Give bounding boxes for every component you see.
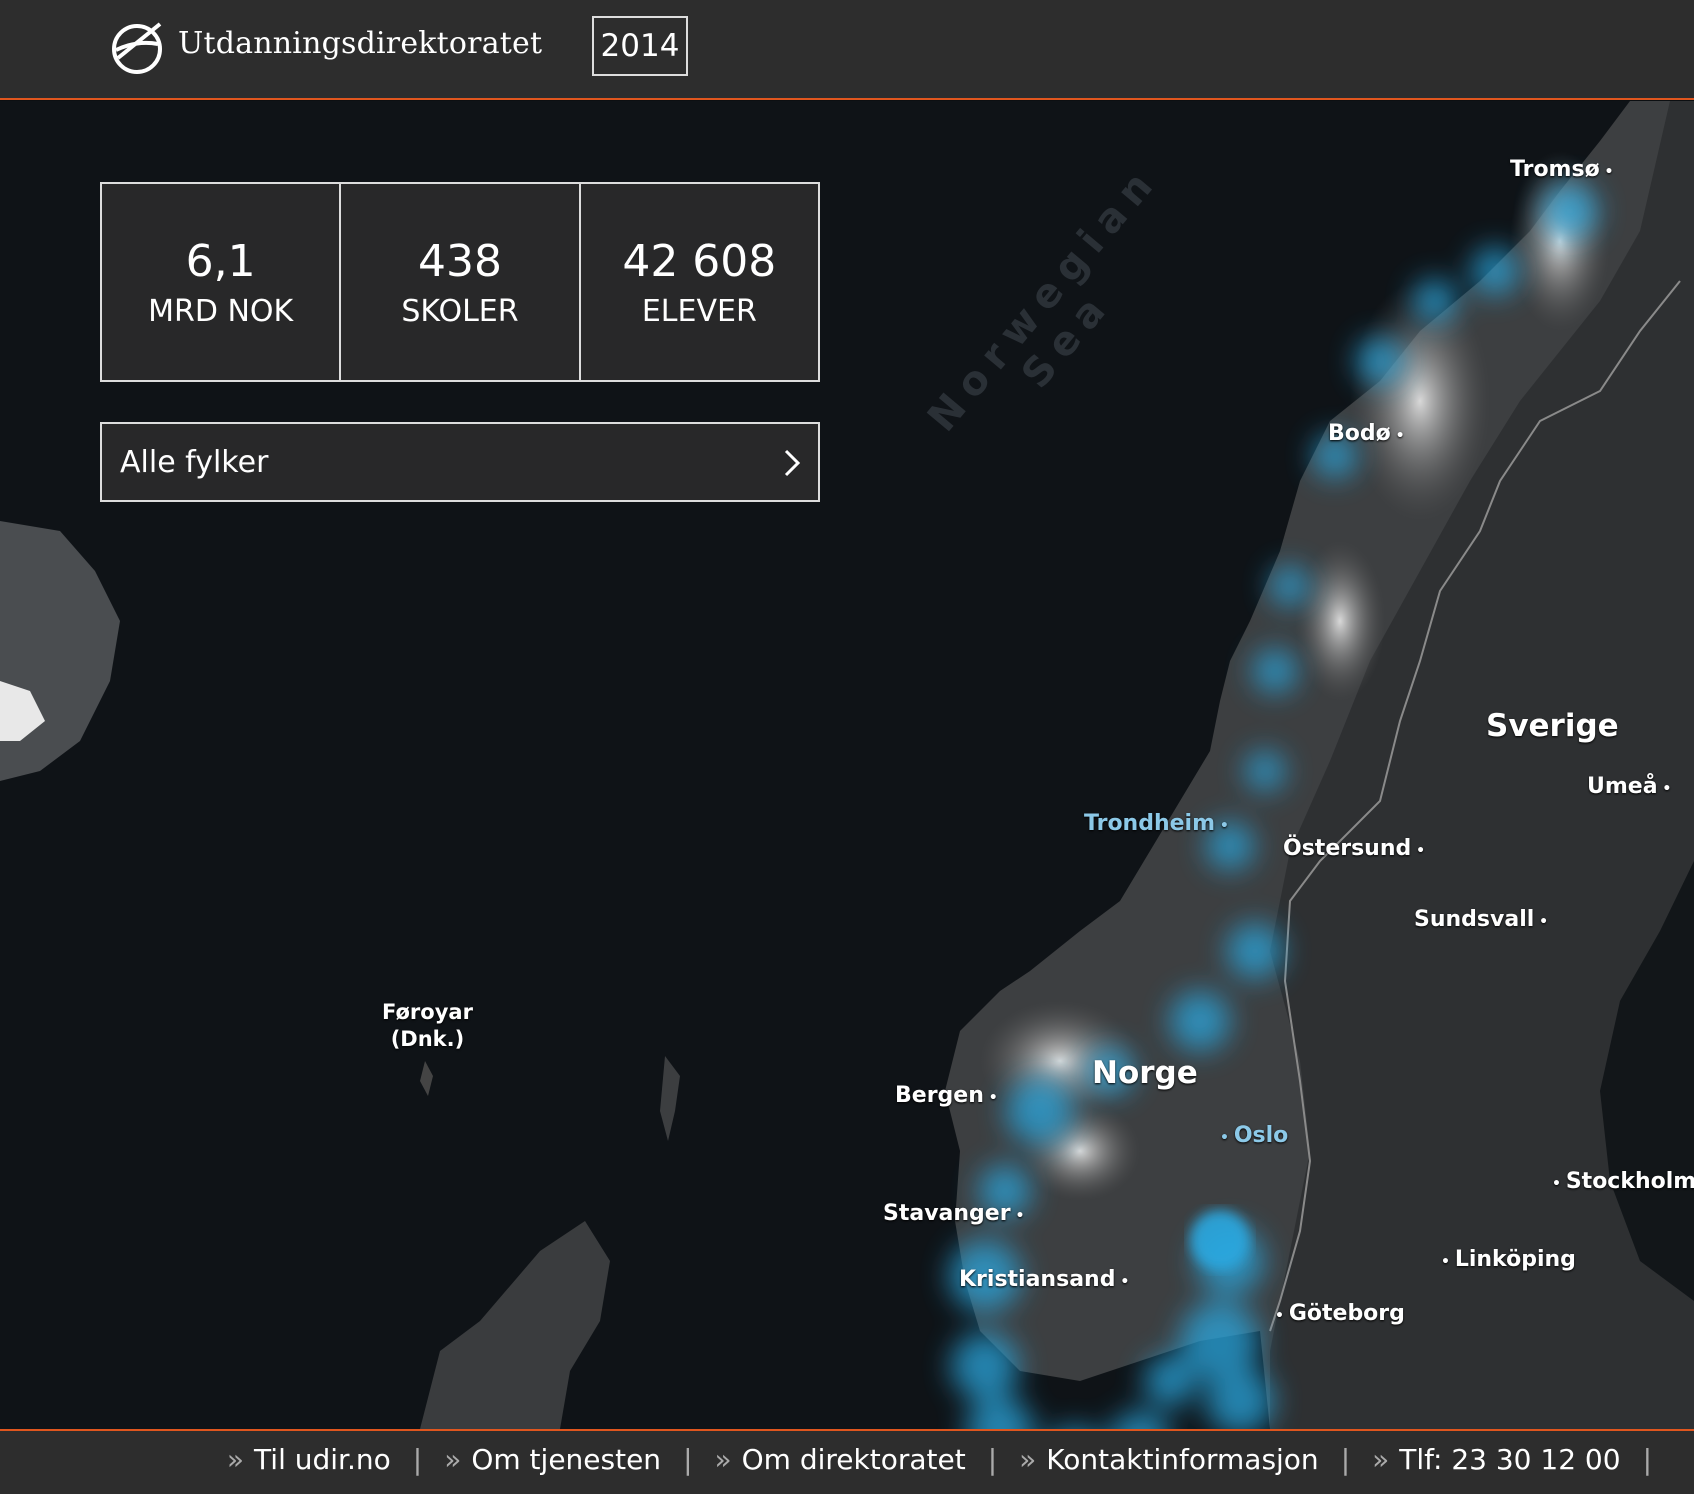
stat-unit: MRD NOK [148,293,294,329]
footer-bar: » Til udir.no | » Om tjenesten | » Om direk… [0,1429,1694,1494]
city-label-stockholm: Stockholm [1552,1169,1694,1194]
territory-label-faroe: Føroyar (Dnk.) [382,999,473,1053]
top-bar: Utdanningsdirektoratet 2014 [0,0,1694,100]
udir-logo-icon [112,22,162,74]
city-label-stavanger: Stavanger [883,1201,1024,1226]
arrow-icon: » [1019,1443,1037,1476]
stat-value: 42 608 [622,235,777,287]
footer-link-label: Tlf: 23 30 12 00 [1399,1443,1621,1476]
country-label-norway: Norge [1092,1055,1198,1091]
arrow-icon: » [226,1443,245,1476]
city-label-bergen: Bergen [895,1083,998,1108]
city-label-sundsvall: Sundsvall [1414,907,1548,932]
stat-budget: 6,1 MRD NOK [102,184,342,380]
faroe-country: (Dnk.) [390,1027,465,1051]
footer-link-contact[interactable]: » Kontaktinformasjon [1019,1443,1319,1476]
footer-link-phone[interactable]: » Tlf: 23 30 12 00 [1372,1443,1620,1476]
county-selector-label: Alle fylker [120,444,269,480]
year-selector[interactable]: 2014 [592,16,688,76]
faroe-name: Føroyar [382,1000,473,1024]
city-label-tromso: Tromsø [1510,157,1614,182]
summary-stats: 6,1 MRD NOK 438 SKOLER 42 608 ELEVER [100,182,820,382]
stat-schools: 438 SKOLER [341,184,581,380]
arrow-icon: » [1372,1443,1390,1476]
stat-students: 42 608 ELEVER [581,184,818,380]
stat-value: 438 [418,235,502,287]
brand-name[interactable]: Utdanningsdirektoratet [178,26,542,61]
footer-link-label: Til udir.no [254,1443,391,1476]
chevron-right-icon [784,449,801,477]
footer-link-udir[interactable]: » Til udir.no [227,1443,391,1476]
city-label-linkoping: Linköping [1441,1247,1576,1272]
county-selector[interactable]: Alle fylker [100,422,820,502]
divider: | [987,1443,998,1476]
footer-link-about-service[interactable]: » Om tjenesten [444,1443,661,1476]
footer-link-label: Om tjenesten [471,1443,662,1476]
divider: | [683,1443,693,1476]
arrow-icon: » [714,1443,732,1476]
country-label-sweden: Sverige [1486,708,1619,744]
footer-link-label: Kontaktinformasjon [1046,1443,1319,1476]
city-label-kristiansand: Kristiansand [959,1267,1129,1292]
stat-value: 6,1 [185,235,256,287]
city-label-ostersund: Östersund [1283,836,1425,861]
city-label-oslo: Oslo [1220,1123,1288,1148]
divider: | [1642,1443,1652,1476]
stat-unit: SKOLER [401,293,519,329]
city-label-goteborg: Göteborg [1275,1301,1405,1326]
footer-link-label: Om direktoratet [741,1443,966,1476]
footer-links: » Til udir.no | » Om tjenesten | » Om direk… [227,1443,1674,1476]
divider: | [1340,1443,1351,1476]
stat-unit: ELEVER [641,293,757,329]
city-label-trondheim: Trondheim [1084,811,1229,836]
divider: | [412,1443,423,1476]
city-label-umea: Umeå [1587,774,1671,799]
city-label-bodo: Bodø [1328,421,1405,446]
footer-link-about-directorate[interactable]: » Om direktoratet [715,1443,966,1476]
arrow-icon: » [444,1443,462,1476]
